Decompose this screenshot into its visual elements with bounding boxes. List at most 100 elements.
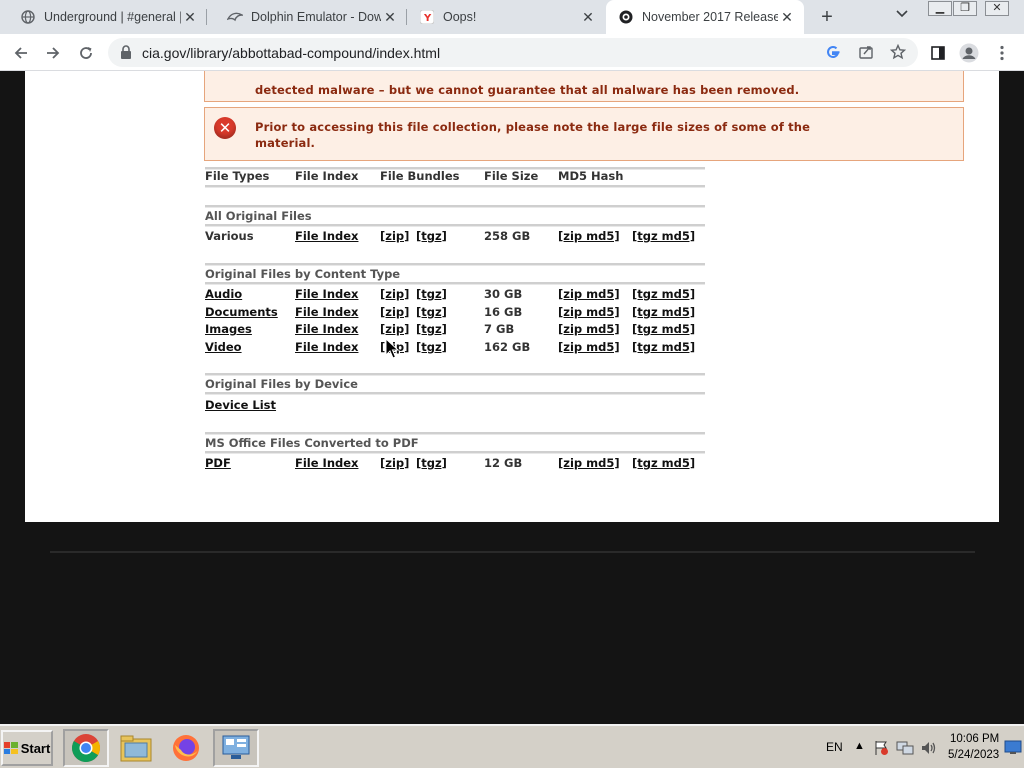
volume-icon[interactable] — [920, 740, 938, 761]
bookmark-star-icon[interactable] — [889, 43, 907, 61]
file-index-link[interactable]: File Index — [295, 340, 358, 354]
tgz-link[interactable]: [tgz] — [416, 305, 447, 319]
table-rule — [205, 392, 705, 395]
zip-md5-link[interactable]: [zip md5] — [558, 287, 620, 301]
menu-kebab-icon[interactable] — [990, 41, 1014, 65]
zip-md5-link[interactable]: [zip md5] — [558, 322, 620, 336]
restore-icon[interactable]: ❐ — [953, 1, 977, 16]
profile-avatar-icon[interactable] — [957, 41, 981, 65]
tgz-link[interactable]: [tgz] — [416, 287, 447, 301]
tab-title: Oops! — [443, 10, 477, 24]
file-size: 162 GB — [484, 340, 531, 354]
tgz-link[interactable]: [tgz] — [416, 322, 447, 336]
zip-link[interactable]: [zip] — [380, 305, 409, 319]
tgz-md5-link[interactable]: [tgz md5] — [632, 287, 695, 301]
section-device: Original Files by Device — [205, 377, 705, 393]
clock-date[interactable]: 5/24/2023 — [948, 749, 999, 761]
network-app-icon[interactable] — [213, 729, 259, 767]
zip-md5-link[interactable]: [zip md5] — [558, 340, 620, 354]
file-type-link[interactable]: Audio — [205, 287, 242, 301]
table-rule — [205, 263, 705, 266]
zip-link[interactable]: [zip] — [380, 229, 409, 243]
lock-icon[interactable] — [120, 45, 134, 59]
close-tab-icon[interactable]: ✕ — [778, 9, 796, 26]
header-file-size: File Size — [484, 169, 539, 183]
zip-link[interactable]: [zip] — [380, 456, 409, 470]
file-size-notice-line1: Prior to accessing this file collection,… — [255, 120, 811, 134]
forward-icon[interactable] — [41, 41, 65, 65]
file-type-link[interactable]: PDF — [205, 456, 231, 470]
action-center-flag-icon[interactable] — [873, 740, 889, 761]
file-type-link[interactable]: Documents — [205, 305, 278, 319]
tray-expand-icon[interactable]: ▲ — [854, 740, 865, 752]
new-tab-button[interactable]: + — [816, 6, 838, 28]
file-explorer-icon[interactable] — [113, 729, 159, 767]
table-row-pdf: PDF File Index [zip] [tgz] 12 GB [zip md… — [205, 456, 705, 472]
page-viewport[interactable]: detected malware – but we cannot guarant… — [0, 71, 1024, 724]
tgz-link[interactable]: [tgz] — [416, 340, 447, 354]
file-index-link[interactable]: File Index — [295, 322, 358, 336]
tab-title: Dolphin Emulator - Down — [251, 10, 381, 24]
tab-november-release[interactable]: November 2017 Release ✕ — [606, 0, 804, 34]
language-indicator[interactable]: EN — [826, 740, 843, 754]
tgz-md5-link[interactable]: [tgz md5] — [632, 305, 695, 319]
zip-md5-link[interactable]: [zip md5] — [558, 305, 620, 319]
zip-md5-link[interactable]: [zip md5] — [558, 456, 620, 470]
close-tab-icon[interactable]: ✕ — [181, 9, 199, 26]
minimize-icon[interactable]: ▁ — [928, 1, 952, 16]
google-lens-icon[interactable] — [824, 43, 842, 61]
file-index-link[interactable]: File Index — [295, 305, 358, 319]
error-icon: ✕ — [214, 117, 236, 139]
header-file-index: File Index — [295, 169, 359, 183]
share-icon[interactable] — [857, 43, 875, 61]
chrome-taskbar-icon[interactable] — [63, 729, 109, 767]
taskbar: Start EN ▲ 10:06 PM 5/24/2023 — [0, 724, 1024, 768]
zip-link[interactable]: [zip] — [380, 322, 409, 336]
url-text[interactable]: cia.gov/library/abbottabad-compound/inde… — [142, 45, 440, 61]
device-list-link[interactable]: Device List — [205, 398, 276, 412]
network-tray-icon[interactable] — [896, 740, 914, 761]
file-size: 258 GB — [484, 229, 531, 243]
section-all-original: All Original Files — [205, 209, 705, 225]
tgz-md5-link[interactable]: [tgz md5] — [632, 322, 695, 336]
file-type-link[interactable]: Video — [205, 340, 242, 354]
tgz-link[interactable]: [tgz] — [416, 456, 447, 470]
show-desktop-icon[interactable] — [1004, 739, 1022, 760]
table-rule — [205, 205, 705, 208]
file-type-link[interactable]: Images — [205, 322, 252, 336]
svg-text:Y: Y — [423, 13, 432, 24]
tab-search-icon[interactable] — [896, 7, 914, 27]
close-window-icon[interactable]: ✕ — [985, 1, 1009, 16]
tgz-md5-link[interactable]: [tgz md5] — [632, 229, 695, 243]
tgz-link[interactable]: [tgz] — [416, 229, 447, 243]
cia-seal-icon — [618, 9, 634, 25]
reload-icon[interactable] — [74, 41, 98, 65]
tab-dolphin[interactable]: Dolphin Emulator - Down ✕ — [207, 0, 407, 34]
firefox-icon[interactable] — [163, 729, 209, 767]
file-index-link[interactable]: File Index — [295, 456, 358, 470]
tab-oops[interactable]: Y Oops! ✕ — [407, 0, 605, 34]
section-title: MS Office Files Converted to PDF — [205, 436, 419, 450]
address-bar[interactable]: cia.gov/library/abbottabad-compound/inde… — [108, 38, 918, 67]
close-tab-icon[interactable]: ✕ — [381, 9, 399, 26]
file-index-link[interactable]: File Index — [295, 287, 358, 301]
table-header-row: File Types File Index File Bundles File … — [205, 169, 705, 185]
close-tab-icon[interactable]: ✕ — [579, 9, 597, 26]
start-button[interactable]: Start — [1, 730, 53, 766]
side-panel-icon[interactable] — [926, 41, 950, 65]
file-index-link[interactable]: File Index — [295, 229, 358, 243]
table-row-audio: Audio File Index [zip] [tgz] 30 GB [zip … — [205, 287, 705, 303]
tab-underground[interactable]: Underground | #general | ✕ — [0, 0, 207, 34]
back-icon[interactable] — [9, 41, 33, 65]
zip-link[interactable]: [zip] — [380, 287, 409, 301]
yandex-icon: Y — [419, 9, 435, 25]
tgz-md5-link[interactable]: [tgz md5] — [632, 456, 695, 470]
clock-time[interactable]: 10:06 PM — [950, 733, 999, 745]
zip-md5-link[interactable]: [zip md5] — [558, 229, 620, 243]
tgz-md5-link[interactable]: [tgz md5] — [632, 340, 695, 354]
tab-title: Underground | #general | — [44, 10, 181, 24]
table-rule — [205, 432, 705, 435]
file-type-label: Various — [205, 229, 254, 243]
table-rule — [205, 373, 705, 376]
section-content-type: Original Files by Content Type — [205, 267, 705, 283]
